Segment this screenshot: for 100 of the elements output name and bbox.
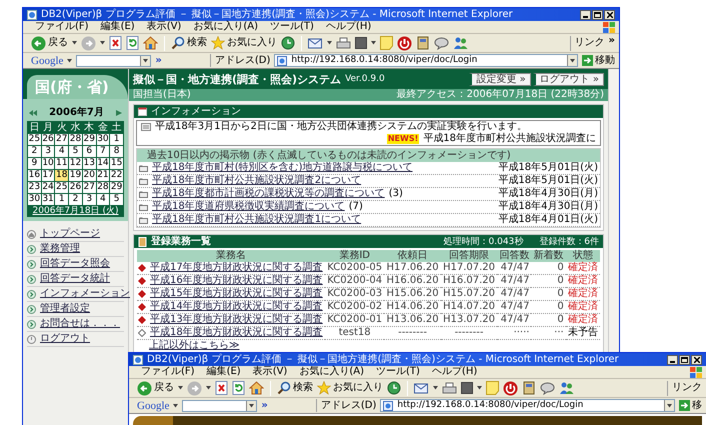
google-more[interactable]: » [261, 400, 268, 412]
google-more[interactable]: » [155, 54, 162, 66]
home-icon[interactable] [249, 381, 264, 395]
calendar-day[interactable]: 1 [55, 194, 68, 205]
calendar-day[interactable]: 30 [28, 194, 41, 205]
calendar-day[interactable]: 28 [69, 134, 82, 145]
links-more[interactable]: » [608, 36, 615, 46]
dropdown-caret-icon[interactable] [173, 404, 178, 408]
calendar-day[interactable]: 5 [69, 146, 82, 157]
calendar-day[interactable]: 11 [55, 158, 68, 169]
calendar-day[interactable]: 5 [110, 194, 123, 205]
minimize-button[interactable] [580, 10, 591, 20]
calendar-day[interactable]: 18 [55, 170, 68, 181]
close-button[interactable] [691, 354, 702, 364]
google-search-field[interactable] [182, 400, 258, 412]
calendar-day[interactable]: 9 [28, 158, 41, 169]
calendar-day[interactable]: 29 [82, 134, 96, 145]
maximize-button[interactable] [592, 10, 603, 20]
calendar-day[interactable]: 27 [55, 134, 68, 145]
back-icon[interactable] [31, 36, 46, 50]
maximize-button[interactable] [679, 354, 690, 364]
calendar-day[interactable]: 8 [110, 146, 123, 157]
dropdown-caret-icon[interactable] [327, 41, 332, 45]
menu-item[interactable]: 編集(E) [100, 21, 135, 33]
dropdown-caret-icon[interactable] [249, 404, 254, 408]
calendar-day[interactable]: 2 [28, 146, 41, 157]
google-search-field[interactable] [76, 54, 152, 66]
search-icon[interactable] [277, 381, 291, 395]
calendar-day[interactable]: 19 [69, 170, 82, 181]
nav-link[interactable]: 業務管理 [40, 243, 80, 255]
menu-item[interactable]: お気に入り(A) [299, 366, 364, 378]
google-logo[interactable]: Google [31, 54, 64, 66]
info-link[interactable]: 平成18年度市町村(特別区を含む)地方道路譲与税について [152, 162, 413, 174]
dropdown-caret-icon[interactable] [371, 41, 376, 45]
favorites-button[interactable]: お気に入り [317, 381, 383, 395]
calendar-day[interactable]: 29 [110, 182, 123, 193]
google-logo[interactable]: Google [137, 400, 170, 412]
dropdown-caret-icon[interactable] [72, 41, 77, 45]
info-link[interactable]: 平成18年度市町村公共施設状況調査2について [152, 175, 362, 187]
task-link[interactable]: 平成18年度地方財政状況に関する調査 [150, 327, 323, 339]
calendar-day[interactable]: 4 [96, 194, 110, 205]
search-button[interactable]: 検索 [277, 381, 313, 395]
book-icon[interactable] [416, 36, 430, 50]
speech-bubble-icon[interactable] [540, 382, 555, 394]
favorites-button[interactable]: お気に入り [211, 36, 277, 50]
task-link[interactable]: 平成14年度地方財政状況に関する調査 [150, 301, 323, 313]
people-icon[interactable] [453, 36, 468, 50]
stop-icon[interactable] [109, 36, 122, 50]
calendar-day[interactable]: 14 [96, 158, 110, 169]
search-button[interactable]: 検索 [171, 36, 207, 50]
info-link[interactable]: 平成18年度都市計画税の課税状況等の調査について [152, 188, 385, 200]
speech-bubble-icon[interactable] [434, 36, 449, 50]
menu-item[interactable]: ツール(T) [270, 21, 314, 33]
dropdown-caret-icon[interactable] [100, 41, 105, 45]
calendar-day[interactable]: 12 [69, 158, 82, 169]
go-button[interactable]: 移 [679, 400, 702, 412]
refresh-icon[interactable] [126, 36, 139, 50]
menu-item[interactable]: ヘルプ(H) [432, 366, 478, 378]
calendar-date-link[interactable]: 2006年7月18日 (火) [27, 206, 124, 217]
calendar-day[interactable]: 13 [82, 158, 96, 169]
task-link[interactable]: 平成13年度地方財政状況に関する調査 [150, 314, 323, 326]
home-icon[interactable] [143, 36, 158, 50]
close-button[interactable] [604, 10, 615, 20]
calendar-day[interactable]: 7 [96, 146, 110, 157]
address-field[interactable]: http://192.168.0.14:8080/viper/doc/Login [274, 54, 578, 67]
task-link[interactable]: 平成16年度地方財政状況に関する調査 [150, 275, 323, 287]
links-label[interactable]: リンク [574, 37, 605, 49]
refresh-icon[interactable] [232, 381, 245, 395]
menu-item[interactable]: 編集(E) [206, 366, 241, 378]
menu-item[interactable]: ヘルプ(H) [326, 21, 372, 33]
nav-link[interactable]: 回答データ照会 [40, 258, 110, 270]
mail-icon[interactable] [414, 382, 429, 394]
header-button[interactable]: 設定変更 » [469, 72, 531, 86]
power-button-icon[interactable] [503, 380, 518, 396]
calendar-day[interactable]: 1 [110, 134, 123, 145]
nav-link[interactable]: ログアウト [40, 333, 90, 345]
printer-icon[interactable] [442, 382, 457, 394]
calendar-day[interactable]: 25 [55, 182, 68, 193]
calendar-day[interactable]: 16 [28, 170, 41, 181]
calendar-day[interactable]: 22 [110, 170, 123, 181]
nav-link[interactable]: お問合せは．．． [40, 318, 120, 330]
search-icon[interactable] [171, 36, 185, 50]
calendar-day[interactable]: 26 [42, 134, 54, 145]
calendar-day[interactable]: 28 [96, 182, 110, 193]
calendar-day[interactable]: 15 [110, 158, 123, 169]
calendar-day[interactable]: 31 [42, 194, 54, 205]
dropdown-caret-icon[interactable] [477, 386, 482, 390]
minimize-button[interactable] [667, 354, 678, 364]
calendar-day[interactable]: 20 [82, 170, 96, 181]
calendar-day[interactable]: 2 [69, 194, 82, 205]
links-label[interactable]: リンク [672, 382, 702, 394]
calendar-day[interactable]: 23 [28, 182, 41, 193]
header-button[interactable]: ログアウト » [532, 72, 604, 86]
calendar-day[interactable]: 3 [82, 194, 96, 205]
calendar-day[interactable]: 26 [69, 182, 82, 193]
more-link[interactable]: 上記以外はこちら≫ [137, 340, 240, 352]
favorites-star-icon[interactable] [317, 381, 331, 395]
menu-item[interactable]: お気に入り(A) [193, 21, 258, 33]
calendar-day[interactable]: 24 [42, 182, 54, 193]
calendar-day[interactable]: 3 [42, 146, 54, 157]
